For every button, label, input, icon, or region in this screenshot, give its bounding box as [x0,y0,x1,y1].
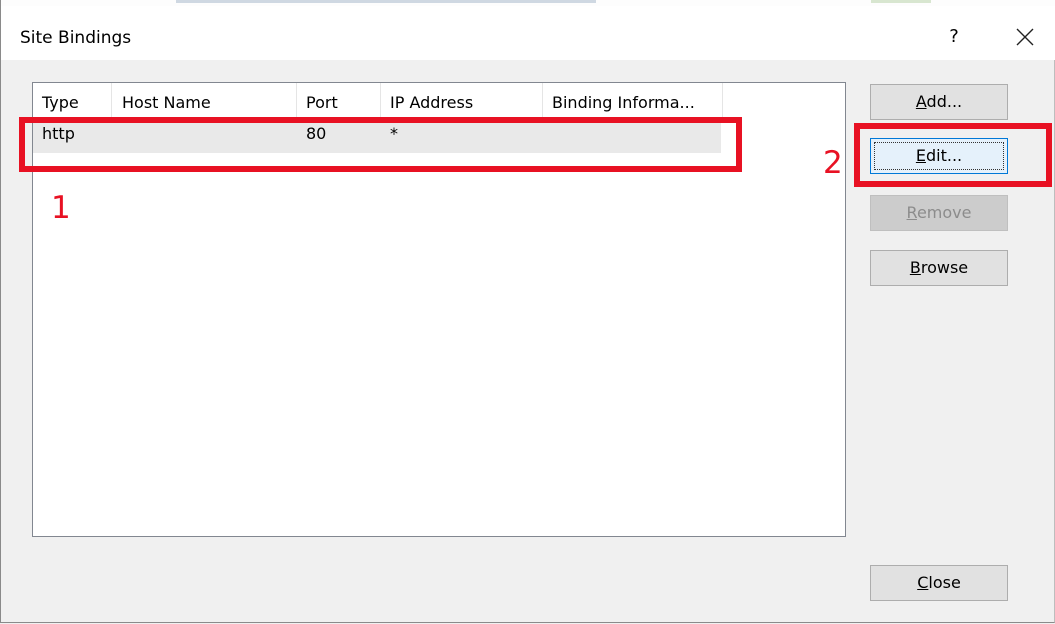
browse-label: rowse [920,258,969,277]
column-header-host-name[interactable]: Host Name [113,83,297,121]
remove-label: emove [916,203,972,222]
list-header: Type Host Name Port IP Address Binding I… [33,83,845,121]
help-icon: ? [949,26,959,47]
column-header-ip-address[interactable]: IP Address [381,83,543,121]
column-header-type[interactable]: Type [33,83,112,121]
remove-mnemonic: R [906,203,917,222]
add-label: dd... [926,92,963,111]
annotation-number-2: 2 [823,145,843,181]
column-header-binding-information[interactable]: Binding Informa... [543,83,723,121]
add-button[interactable]: Add... [870,84,1008,120]
column-header-port[interactable]: Port [297,83,381,121]
annotation-box-1 [19,117,742,172]
browse-mnemonic: B [909,258,921,277]
help-button[interactable]: ? [939,22,969,52]
browse-button[interactable]: Browse [870,250,1008,286]
close-mnemonic: C [917,573,929,592]
close-label: lose [928,573,961,592]
site-bindings-dialog: Site Bindings ? Type Host Name Port IP A… [0,0,1055,623]
add-mnemonic: A [915,92,927,111]
annotation-number-1: 1 [51,190,71,226]
close-window-button[interactable] [1008,22,1042,52]
annotation-box-2 [854,123,1052,187]
close-button[interactable]: Close [870,565,1008,601]
dialog-title: Site Bindings [20,28,132,48]
remove-button[interactable]: Remove [870,195,1008,231]
title-bar: Site Bindings ? [1,6,1055,60]
close-icon [1016,28,1034,46]
